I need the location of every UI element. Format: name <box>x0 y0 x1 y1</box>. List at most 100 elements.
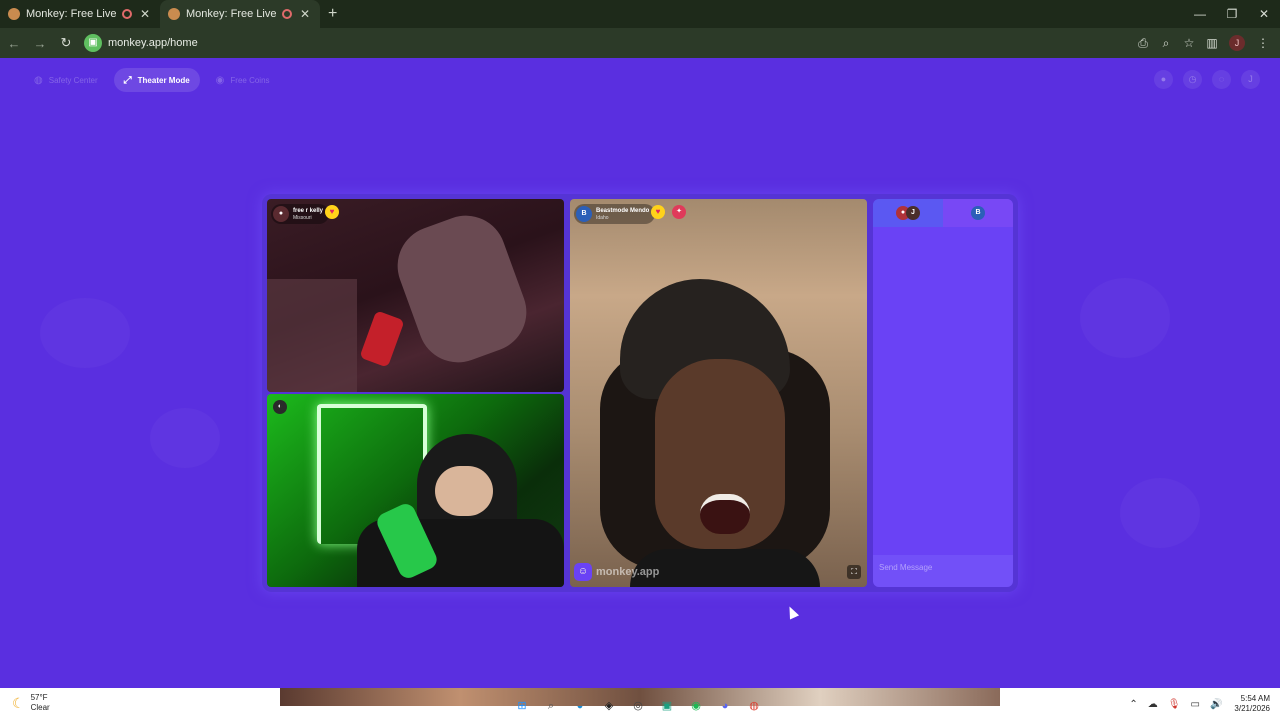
history-icon[interactable]: ◷ <box>1183 70 1202 89</box>
gift-icon[interactable]: ✦ <box>672 205 686 219</box>
chrome-icon[interactable]: ◍ <box>744 696 764 716</box>
moon-icon: ☾ <box>12 694 25 711</box>
bookmark-star-icon[interactable]: ☆ <box>1178 36 1200 50</box>
video-chat-stage: ● free r kelly Missouri ♥ ◐ B Beastmode … <box>262 194 1018 592</box>
recording-icon <box>122 9 132 19</box>
volume-icon[interactable]: 🔊 <box>1210 699 1222 710</box>
edge-icon[interactable]: ◒ <box>570 696 590 716</box>
user-1-location: Missouri <box>293 214 312 221</box>
heart-icon[interactable]: ♥ <box>325 205 339 219</box>
onedrive-icon[interactable]: ☁ <box>1148 699 1158 710</box>
fullscreen-icon[interactable]: ⛶ <box>847 565 861 579</box>
tab-title: Monkey: Free Live Video Ch <box>26 8 116 20</box>
recording-icon <box>282 9 292 19</box>
weather-temperature: 57°F <box>30 693 48 702</box>
free-coins-label: Free Coins <box>230 75 270 85</box>
monkey-watermark: ☺ monkey.app <box>574 563 659 581</box>
free-coins-button[interactable]: ◉ Free Coins <box>206 68 280 92</box>
video-frame <box>700 494 750 534</box>
clock-date: 3/21/2026 <box>1234 704 1270 713</box>
user-2-tag[interactable]: B Beastmode Mendo Idaho <box>574 204 656 224</box>
globe-icon: ◍ <box>34 74 43 86</box>
search-icon[interactable]: ⌕ <box>541 696 561 716</box>
clock[interactable]: 5:54 AM 3/21/2026 <box>1234 694 1270 714</box>
mouse-cursor-icon <box>784 604 800 620</box>
safety-center-button[interactable]: ◍ Safety Center <box>24 68 108 92</box>
side-panel-icon[interactable]: ▥ <box>1201 36 1223 50</box>
spotify-icon[interactable]: ◉ <box>686 696 706 716</box>
chat-avatar-partner: B <box>971 206 985 220</box>
toolbar-actions: ⎙ ⌕ ☆ ▥ J ⋮ <box>1131 28 1274 58</box>
windows-taskbar: ☾ 57°F Clear ⊞ ⌕ ◒ ◈ ◎ ▣ ◉ ◕ ◍ ⌃ ☁ 🎙 ▭ 🔊… <box>0 688 1280 720</box>
maximize-button[interactable]: ❐ <box>1216 0 1248 28</box>
chat-tab-partner[interactable]: B <box>943 199 1013 227</box>
user-2-avatar: B <box>576 206 592 222</box>
background-pattern <box>150 408 220 468</box>
video-frame <box>386 204 538 374</box>
safety-center-label: Safety Center <box>48 75 98 85</box>
network-icon[interactable]: ▭ <box>1191 699 1200 710</box>
monkey-favicon-icon <box>168 8 180 20</box>
top-navigation: ◍ Safety Center ⤢ Theater Mode ◉ Free Co… <box>24 68 280 92</box>
taskbar-apps: ⊞ ⌕ ◒ ◈ ◎ ▣ ◉ ◕ ◍ <box>512 696 764 716</box>
profile-avatar[interactable]: J <box>1229 35 1245 51</box>
clock-time: 5:54 AM <box>1240 694 1270 703</box>
address-bar[interactable]: ▣ monkey.app/home <box>84 32 1104 54</box>
monkey-favicon-icon <box>8 8 20 20</box>
user-avatar[interactable]: J <box>1241 70 1260 89</box>
video-feed-user-1[interactable]: ● free r kelly Missouri ♥ <box>267 199 564 392</box>
forward-icon[interactable]: → <box>28 36 52 51</box>
browser-toolbar: ← → ↻ ▣ monkey.app/home ⎙ ⌕ ☆ ▥ J ⋮ <box>0 28 1280 58</box>
close-window-button[interactable]: ✕ <box>1248 0 1280 28</box>
heart-icon[interactable]: ♥ <box>651 205 665 219</box>
chat-tab-self[interactable]: ● J <box>873 199 943 227</box>
close-tab-icon[interactable]: ✕ <box>298 7 312 21</box>
reload-icon[interactable]: ↻ <box>54 35 78 51</box>
chat-avatar-self: J <box>906 206 920 220</box>
microphone-icon[interactable]: 🎙 <box>1168 699 1181 710</box>
url-text[interactable]: monkey.app/home <box>108 37 198 49</box>
back-icon[interactable]: ← <box>2 36 26 51</box>
site-info-icon[interactable]: ▣ <box>84 34 102 52</box>
new-tab-button[interactable]: + <box>328 0 337 28</box>
minimize-button[interactable]: — <box>1184 0 1216 28</box>
tab-title: Monkey: Free Live Video Ch <box>186 8 276 20</box>
install-app-icon[interactable]: ⎙ <box>1132 36 1154 51</box>
zoom-icon[interactable]: ⌕ <box>1155 36 1177 51</box>
video-frame <box>435 466 493 516</box>
self-avatar-icon: ◐ <box>273 400 287 414</box>
weather-widget[interactable]: ☾ 57°F Clear <box>12 693 50 713</box>
browser-tab-1[interactable]: Monkey: Free Live Video Ch ✕ <box>0 0 160 28</box>
menu-kebab-icon[interactable]: ⋮ <box>1252 36 1274 50</box>
monkey-logo-icon: ☺ <box>574 563 592 581</box>
user-2-location: Idaho <box>596 214 609 221</box>
monkey-page: ◍ Safety Center ⤢ Theater Mode ◉ Free Co… <box>0 58 1280 688</box>
user-1-tag[interactable]: ● free r kelly Missouri <box>271 204 330 224</box>
expand-icon: ⤢ <box>123 74 132 86</box>
header-icons: ● ◷ ◌ J <box>1154 70 1260 89</box>
close-tab-icon[interactable]: ✕ <box>138 7 152 21</box>
theater-mode-label: Theater Mode <box>137 75 190 85</box>
discord-icon[interactable]: ◕ <box>715 696 735 716</box>
coin-icon[interactable]: ● <box>1154 70 1173 89</box>
video-frame <box>267 279 357 392</box>
watermark-text: monkey.app <box>596 566 660 578</box>
messages-icon[interactable]: ◌ <box>1212 70 1231 89</box>
system-tray: ⌃ ☁ 🎙 ▭ 🔊 5:54 AM 3/21/2026 <box>1119 694 1270 714</box>
video-feed-self[interactable]: ◐ <box>267 394 564 587</box>
background-pattern <box>1080 278 1170 358</box>
video-feed-user-2[interactable]: B Beastmode Mendo Idaho ♥ ✦ ☺ monkey.app… <box>570 199 867 587</box>
app-icon[interactable]: ▣ <box>657 696 677 716</box>
windows-start-icon[interactable]: ⊞ <box>512 696 532 716</box>
app-icon[interactable]: ◈ <box>599 696 619 716</box>
chat-panel: ● J B Send Message <box>873 199 1013 587</box>
send-message-input[interactable]: Send Message <box>873 555 1013 587</box>
window-controls: — ❐ ✕ <box>1184 0 1280 28</box>
browser-tab-2[interactable]: Monkey: Free Live Video Ch ✕ <box>160 0 320 28</box>
theater-mode-button[interactable]: ⤢ Theater Mode <box>113 68 200 92</box>
user-1-name: free r kelly <box>293 207 324 214</box>
weather-condition: Clear <box>30 703 50 712</box>
obs-icon[interactable]: ◎ <box>628 696 648 716</box>
chevron-up-icon[interactable]: ⌃ <box>1129 699 1137 710</box>
coins-icon: ◉ <box>215 74 225 86</box>
